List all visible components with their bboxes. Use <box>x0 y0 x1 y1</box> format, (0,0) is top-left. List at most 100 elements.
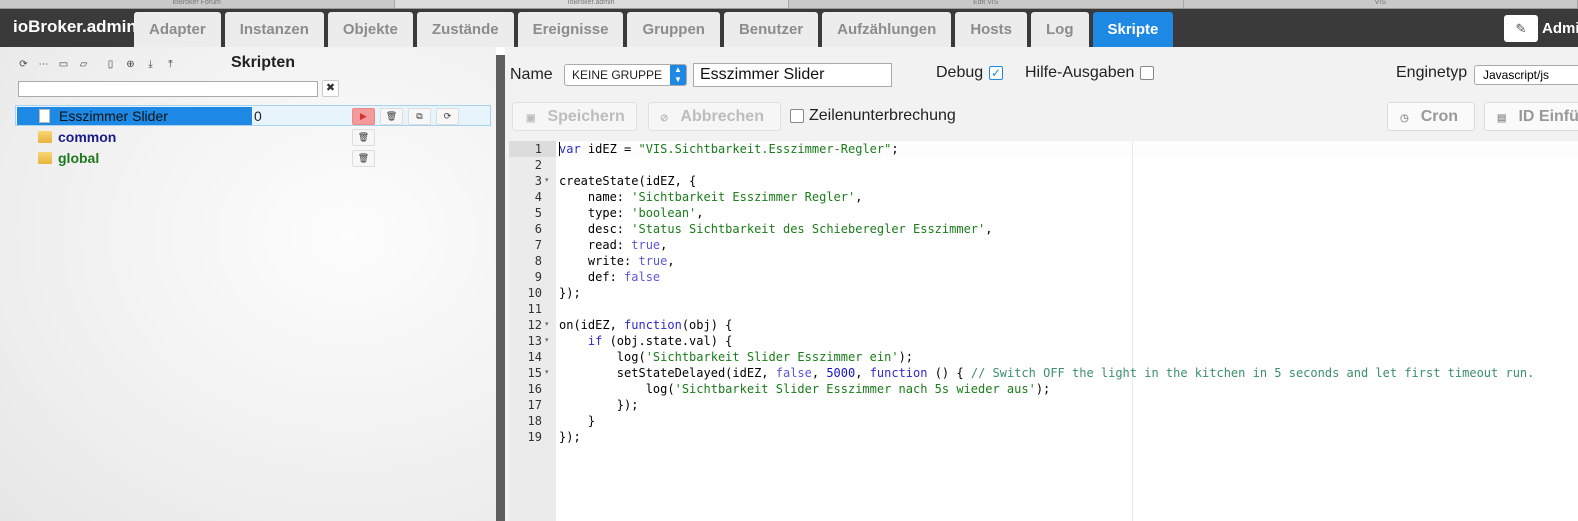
code-line[interactable]: }); <box>559 429 581 445</box>
edit-icon[interactable]: ✎ <box>1504 15 1538 42</box>
tab-hosts[interactable]: Hosts <box>955 12 1027 47</box>
new-file-icon[interactable]: ▯ <box>103 57 118 72</box>
folder-icon[interactable]: ▭ <box>56 57 71 72</box>
code-line[interactable]: log('Sichtbarkeit Slider Esszimmer ein')… <box>559 349 913 365</box>
tab-instanzen[interactable]: Instanzen <box>224 12 324 47</box>
insert-id-button[interactable]: ▤ID Einfügen <box>1484 102 1578 131</box>
line-number: 5 <box>534 206 542 220</box>
code-editor[interactable]: 1 var idEZ = "VIS.Sichtbarkeit.Esszimmer-… <box>509 141 1578 521</box>
tab-skripte[interactable]: Skripte <box>1092 12 1174 47</box>
group-select[interactable]: KEINE GRUPPE ▲ ▼ <box>564 64 687 86</box>
line-number: 11 <box>527 302 542 316</box>
debug-checkbox[interactable]: ✓ <box>989 66 1003 80</box>
script-name-input[interactable]: Esszimmer Slider <box>693 63 892 87</box>
chevron-updown-icon: ▲ ▼ <box>670 65 686 85</box>
tab-zustaende[interactable]: Zustände <box>416 12 514 47</box>
help-checkbox[interactable] <box>1140 66 1154 80</box>
list-icon: ▤ <box>1497 113 1507 124</box>
main-tabs: Adapter Instanzen Objekte Zustände Ereig… <box>134 12 1177 47</box>
code-line[interactable]: }); <box>559 397 639 413</box>
save-button[interactable]: ▣ Speichern <box>512 102 637 131</box>
restart-icon[interactable]: ⟳ <box>436 108 459 125</box>
code-line[interactable]: on(idEZ, function(obj) { <box>559 317 732 333</box>
help-label: Hilfe-Ausgaben <box>1025 64 1135 81</box>
line-number: 3 <box>534 174 542 188</box>
tab-gruppen[interactable]: Gruppen <box>627 12 720 47</box>
code-line[interactable]: desc: 'Status Sichtbarkeit des Schiebere… <box>559 221 993 237</box>
code-line[interactable]: var idEZ = "VIS.Sichtbarkeit.Esszimmer-R… <box>559 141 899 157</box>
user-label[interactable]: Admin <box>1542 20 1578 37</box>
delete-icon[interactable]: 🗑 <box>380 108 403 125</box>
code-line[interactable]: type: 'boolean', <box>559 205 704 221</box>
code-line[interactable]: } <box>559 413 595 429</box>
line-number: 18 <box>527 414 542 428</box>
line-number: 10 <box>527 286 542 300</box>
play-icon[interactable]: ▶ <box>352 108 375 125</box>
group-value: KEINE GRUPPE <box>572 68 663 82</box>
panel-splitter[interactable] <box>496 55 505 521</box>
debug-label: Debug <box>936 64 984 81</box>
clock-icon: ◷ <box>1400 113 1409 124</box>
fold-arrow-icon[interactable]: ▾ <box>545 333 555 349</box>
tab-log[interactable]: Log <box>1031 12 1089 47</box>
iobroker-admin-window: ioBroker Forum ioBroker.admin Edit VIS V… <box>0 0 1578 521</box>
fold-arrow-icon[interactable]: ▾ <box>545 173 555 189</box>
code-line[interactable]: write: true, <box>559 253 675 269</box>
delete-icon[interactable]: 🗑 <box>352 150 375 167</box>
code-line[interactable]: name: 'Sichtbarkeit Esszimmer Regler', <box>559 189 863 205</box>
fold-arrow-icon[interactable]: ▾ <box>545 317 555 333</box>
filter-input[interactable] <box>18 81 318 97</box>
add-icon[interactable]: ⊕ <box>123 57 138 72</box>
browser-tab[interactable]: Edit VIS <box>789 0 1184 8</box>
folder-name[interactable]: common <box>58 129 116 145</box>
browser-tab[interactable]: VIS <box>1184 0 1578 8</box>
line-number: 14 <box>527 350 542 364</box>
tree-row-esszimmer-slider[interactable]: Esszimmer Slider 0 ▶ 🗑 ⧉ ⟳ <box>15 105 491 126</box>
collapse-icon[interactable]: ⋯ <box>36 57 51 72</box>
tab-benutzer[interactable]: Benutzer <box>723 12 819 47</box>
browser-tab-strip: ioBroker Forum ioBroker.admin Edit VIS V… <box>0 0 1578 9</box>
top-navigation-bar: ioBroker.admin Adapter Instanzen Objekte… <box>0 9 1578 47</box>
tab-objekte[interactable]: Objekte <box>327 12 413 47</box>
line-number: 16 <box>527 382 542 396</box>
line-number: 2 <box>534 158 542 172</box>
code-line[interactable]: read: true, <box>559 237 668 253</box>
clear-filter-icon[interactable]: ✖ <box>322 80 339 97</box>
line-number: 4 <box>534 190 542 204</box>
tree-row-common[interactable]: common 🗑 <box>15 127 491 148</box>
import-icon[interactable]: ⤓ <box>143 57 158 72</box>
line-number: 15 <box>527 366 542 380</box>
name-label: Name <box>510 66 553 83</box>
line-number: 8 <box>534 254 542 268</box>
folder-name[interactable]: global <box>58 150 99 166</box>
cancel-icon: ⊘ <box>660 113 669 124</box>
code-line[interactable]: createState(idEZ, { <box>559 173 696 189</box>
code-line[interactable]: log('Sichtbarkeit Slider Esszimmer nach … <box>559 381 1051 397</box>
print-margin <box>1132 141 1133 521</box>
browser-tab[interactable]: ioBroker.admin <box>394 0 789 8</box>
tab-aufzaehlungen[interactable]: Aufzählungen <box>822 12 952 47</box>
tab-ereignisse[interactable]: Ereignisse <box>517 12 624 47</box>
folder-open-icon[interactable]: ▱ <box>76 57 91 72</box>
script-name[interactable]: Esszimmer Slider <box>59 108 168 124</box>
cron-button[interactable]: ◷ Cron <box>1387 102 1475 131</box>
code-line[interactable]: setStateDelayed(idEZ, false, 5000, funct… <box>559 365 1535 381</box>
engine-select[interactable]: Javascript/js <box>1474 65 1578 85</box>
app-title: ioBroker.admin <box>13 17 137 36</box>
line-number: 6 <box>534 222 542 236</box>
line-number: 12 <box>527 318 542 332</box>
code-line[interactable]: }); <box>559 285 581 301</box>
copy-icon[interactable]: ⧉ <box>408 108 431 125</box>
tab-adapter[interactable]: Adapter <box>134 12 221 47</box>
tree-row-global[interactable]: global 🗑 <box>15 148 491 169</box>
browser-tab[interactable]: ioBroker Forum <box>0 0 395 8</box>
code-line[interactable]: def: false <box>559 269 660 285</box>
delete-icon[interactable]: 🗑 <box>352 129 375 146</box>
refresh-icon[interactable]: ⟳ <box>16 57 31 72</box>
fold-arrow-icon[interactable]: ▾ <box>545 365 555 381</box>
folder-icon <box>38 131 52 143</box>
wrap-checkbox[interactable] <box>790 109 804 123</box>
cancel-button[interactable]: ⊘ Abbrechen <box>648 102 781 131</box>
export-icon[interactable]: ⤒ <box>163 57 178 72</box>
code-line[interactable]: if (obj.state.val) { <box>559 333 733 349</box>
